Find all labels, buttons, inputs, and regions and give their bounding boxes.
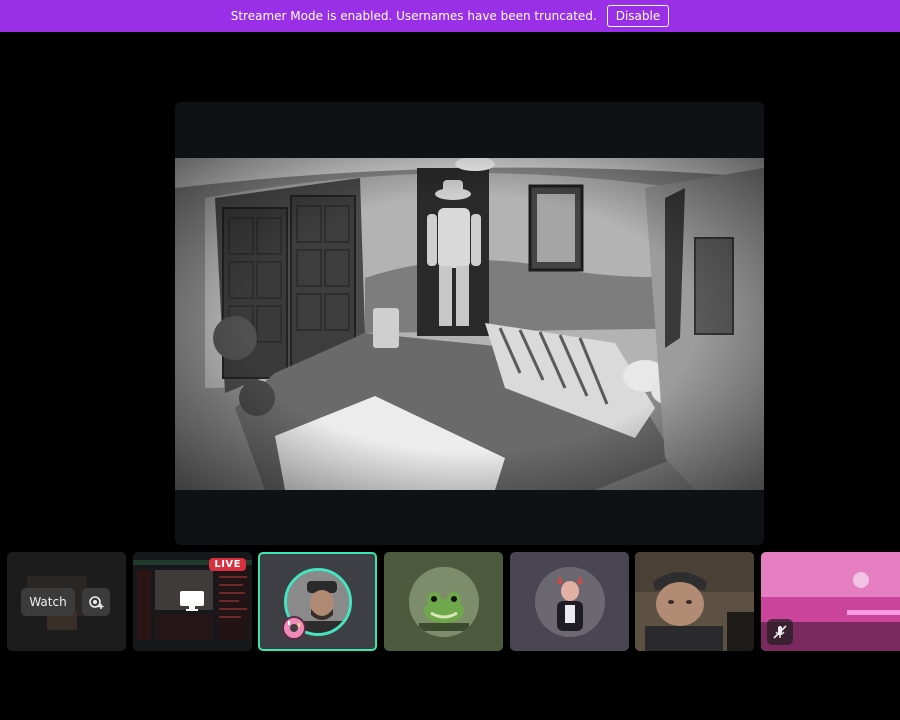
- donut-icon: [282, 616, 306, 640]
- disable-streamer-mode-button[interactable]: Disable: [606, 5, 670, 27]
- add-screen-button[interactable]: [82, 588, 110, 616]
- participant-camera-tile[interactable]: [635, 552, 754, 651]
- devil-avatar-image: [534, 566, 605, 637]
- participant-camera-tile-muted[interactable]: [761, 552, 900, 651]
- stream-video: [175, 158, 764, 490]
- security-camera-feed: [175, 158, 764, 490]
- muted-indicator: [767, 619, 793, 645]
- camera-feed-image: [635, 552, 754, 651]
- participant-strip: Watch LIVE: [0, 552, 900, 652]
- participant-tile-frog[interactable]: [384, 552, 503, 651]
- screenshare-tile[interactable]: LIVE: [133, 552, 252, 651]
- participant-tile-devil[interactable]: [510, 552, 629, 651]
- focused-stream[interactable]: [175, 102, 764, 545]
- streamer-mode-banner: Streamer Mode is enabled. Usernames have…: [0, 0, 900, 32]
- self-preview-tile[interactable]: Watch: [7, 552, 126, 651]
- avatar: [534, 566, 605, 637]
- live-badge: LIVE: [209, 558, 246, 571]
- camera-plus-icon: [89, 596, 104, 609]
- mic-off-icon: [773, 625, 787, 639]
- screen-share-icon: [180, 591, 204, 611]
- watch-button[interactable]: Watch: [21, 588, 75, 616]
- avatar: [408, 566, 479, 637]
- streamer-mode-message: Streamer Mode is enabled. Usernames have…: [230, 9, 597, 23]
- frog-avatar-image: [408, 566, 479, 637]
- participant-tile-selected[interactable]: [258, 552, 377, 651]
